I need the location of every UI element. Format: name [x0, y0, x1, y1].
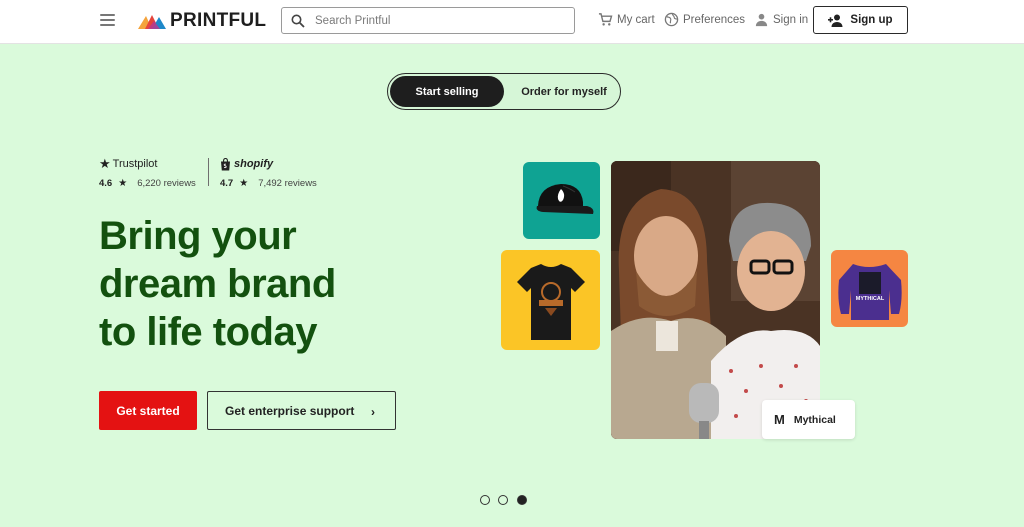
t-shirt-image [517, 264, 585, 340]
t-shirt-tile [501, 250, 600, 350]
trustpilot-brand: Trustpilot [112, 158, 158, 170]
printful-mountain-logo-icon [138, 15, 166, 29]
trucker-hat-image [536, 184, 594, 214]
carousel-dot-2[interactable] [498, 495, 508, 505]
headline-line: to life today [99, 310, 317, 354]
star-icon: ★ [118, 178, 128, 189]
hosts-photo-image [611, 161, 820, 439]
sweatshirt-image: MYTHICAL [838, 264, 902, 320]
headline-line: dream brand [99, 262, 336, 306]
user-icon [755, 13, 768, 27]
sign-up-button[interactable]: Sign up [813, 6, 908, 34]
shopify-bag-icon [221, 157, 230, 170]
globe-icon [664, 12, 679, 27]
get-started-button[interactable]: Get started [99, 391, 197, 430]
audience-toggle: Start selling Order for myself [387, 73, 621, 110]
start-selling-tab[interactable]: Start selling [390, 76, 504, 107]
search-input[interactable] [315, 14, 555, 27]
headline-line: Bring your [99, 214, 297, 258]
sign-in-link[interactable]: Sign in [754, 12, 808, 27]
sign-up-label: Sign up [850, 14, 893, 26]
trustpilot-star-icon: ★ [99, 156, 111, 171]
get-enterprise-support-button[interactable]: Get enterprise support › [207, 391, 396, 430]
sweatshirt-tile: MYTHICAL [831, 250, 908, 327]
search-bar[interactable] [281, 7, 575, 34]
add-user-icon [828, 14, 843, 27]
my-cart-link[interactable]: My cart [598, 12, 655, 27]
preferences-label: Preferences [683, 13, 746, 26]
cart-icon [598, 13, 613, 26]
shopify-rating[interactable]: shopify 4.7 ★ 7,492 reviews [220, 156, 317, 189]
order-for-myself-tab[interactable]: Order for myself [510, 76, 618, 107]
mythical-badge-label: Mythical [793, 413, 836, 426]
search-icon [291, 14, 305, 28]
mythical-brand-badge: M Mythical [762, 400, 855, 439]
trustpilot-rating[interactable]: ★ Trustpilot 4.6 ★ 6,220 reviews [99, 156, 196, 189]
chevron-right-icon: › [371, 405, 375, 419]
mythical-logo-icon: M [774, 412, 785, 427]
shopify-score: 4.7 [220, 178, 234, 189]
sign-in-label: Sign in [773, 13, 809, 26]
trustpilot-score: 4.6 [99, 178, 113, 189]
carousel-dot-3[interactable] [517, 495, 527, 505]
sweatshirt-print-text: MYTHICAL [856, 296, 885, 302]
star-icon: ★ [239, 178, 249, 189]
top-navigation-bar: PRINTFUL My cart Preferences Sign in [0, 0, 1024, 44]
trustpilot-reviews: 6,220 reviews [137, 178, 196, 189]
preferences-link[interactable]: Preferences [664, 12, 745, 27]
hero-headline: Bring your dream brand to life today [99, 212, 429, 356]
carousel-dot-1[interactable] [480, 495, 490, 505]
mythical-hosts-photo [611, 161, 820, 439]
rating-divider [208, 158, 209, 186]
enterprise-support-label: Get enterprise support [225, 403, 355, 418]
shopify-brand: shopify [234, 158, 274, 170]
trucker-hat-tile [523, 162, 600, 239]
logo-wordmark: PRINTFUL [170, 10, 267, 31]
printful-logo[interactable]: PRINTFUL [138, 10, 266, 32]
shopify-reviews: 7,492 reviews [258, 178, 317, 189]
my-cart-label: My cart [617, 13, 655, 26]
hamburger-menu-icon[interactable] [100, 14, 115, 26]
